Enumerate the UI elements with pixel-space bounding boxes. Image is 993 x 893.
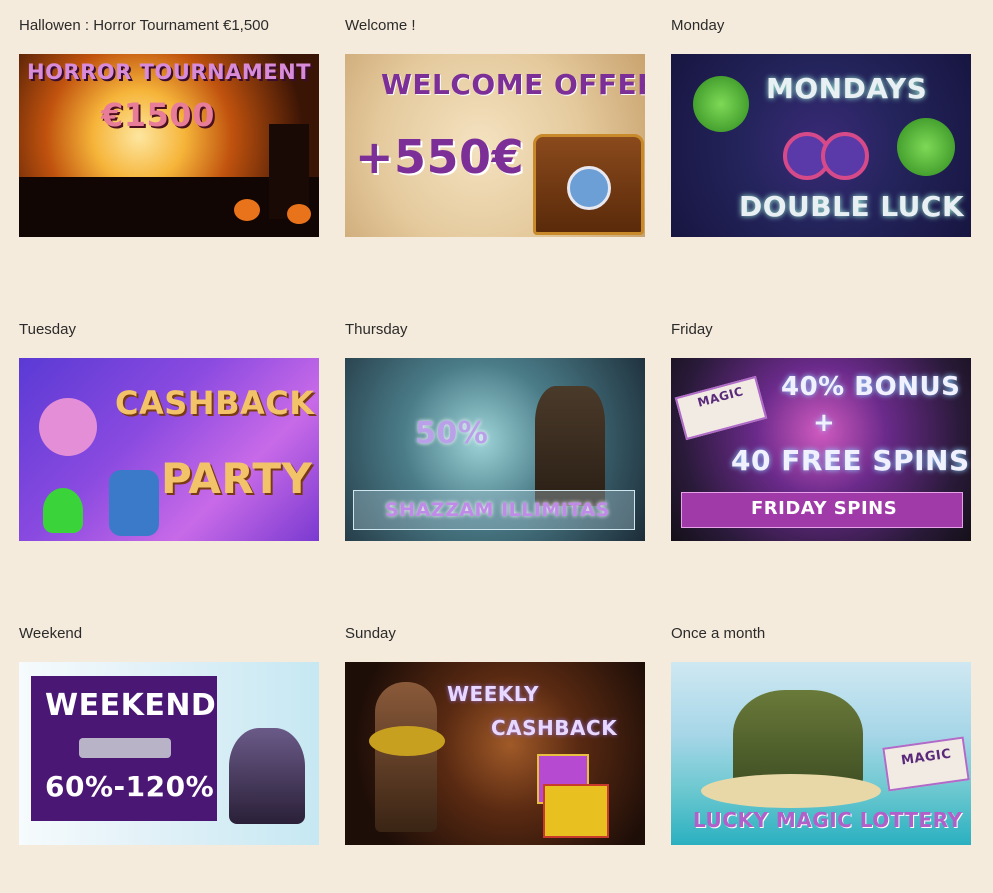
promo-title: Weekend (19, 625, 83, 642)
promo-title: Sunday (345, 625, 396, 642)
promo-title: Once a month (671, 625, 766, 642)
banner-text-amount: +550€ (355, 130, 525, 184)
banner-text-percent: 60%-120% (45, 770, 215, 803)
banner-text-spins: 40 FREE SPINS (731, 444, 970, 477)
banner-text-title: CASHBACK (115, 384, 315, 422)
banner-text-label: FRIDAY SPINS (751, 498, 898, 519)
promo-banner-sunday[interactable]: WEEKLY CASHBACK (345, 662, 645, 845)
promo-banner-weekend[interactable]: WEEKEND 60%-120% (19, 662, 319, 845)
potion-icon (43, 488, 83, 533)
slot-reels-icon (79, 738, 171, 758)
wizard-figure (229, 728, 305, 824)
banner-text-subtitle: DOUBLE LUCK (739, 190, 965, 223)
banner-text-bonus: 40% BONUS (781, 372, 961, 402)
banner-text-amount: €1500 (101, 96, 215, 134)
promo-banner-lottery[interactable]: MAGIC LUCKY MAGIC LOTTERY (671, 662, 971, 845)
clover-icon (693, 76, 749, 132)
promo-banner-friday[interactable]: MAGIC 40% BONUS + 40 FREE SPINS FRIDAY S… (671, 358, 971, 541)
promo-title: Monday (671, 17, 725, 34)
banner-text-title: WELCOME OFFER (381, 68, 645, 101)
banner-text-plus: + (813, 408, 836, 438)
clover-icon (897, 118, 955, 176)
promo-banner-halloween[interactable]: HORROR TOURNAMENT €1500 (19, 54, 319, 237)
banner-text-subtitle: PARTY (161, 454, 313, 503)
promo-title: Thursday (345, 321, 408, 338)
promo-title: Friday (671, 321, 713, 338)
banner-text-subtitle: CASHBACK (491, 716, 618, 740)
gold-pot-icon (369, 726, 445, 756)
wizard-figure (535, 386, 605, 506)
banner-text-percent: 50% (415, 416, 489, 451)
banner-text-title: HORROR TOURNAMENT (27, 60, 311, 84)
promo-title: Welcome ! (345, 17, 416, 34)
banner-text-title: LUCKY MAGIC LOTTERY (693, 808, 963, 832)
potion-icon (109, 470, 159, 536)
promotions-grid: Hallowen : Horror Tournament €1,500 HORR… (0, 0, 993, 893)
gnome-figure (375, 682, 437, 832)
gift-icon (543, 784, 609, 838)
promo-banner-welcome[interactable]: WELCOME OFFER +550€ (345, 54, 645, 237)
promo-banner-tuesday[interactable]: CASHBACK PARTY (19, 358, 319, 541)
promo-title: Tuesday (19, 321, 76, 338)
banner-text-title: SHAZZAM ILLIMITAS (385, 499, 610, 521)
banner-text-title: WEEKLY (447, 682, 539, 706)
promo-banner-thursday[interactable]: 50% SHAZZAM ILLIMITAS (345, 358, 645, 541)
fairy-icon (39, 398, 97, 456)
chip-icon (821, 132, 869, 180)
promo-title: Hallowen : Horror Tournament €1,500 (19, 17, 269, 34)
banner-text-title: MONDAYS (766, 72, 928, 105)
promo-banner-monday[interactable]: MONDAYS DOUBLE LUCK (671, 54, 971, 237)
banner-text-title: WEEKEND (45, 688, 217, 723)
